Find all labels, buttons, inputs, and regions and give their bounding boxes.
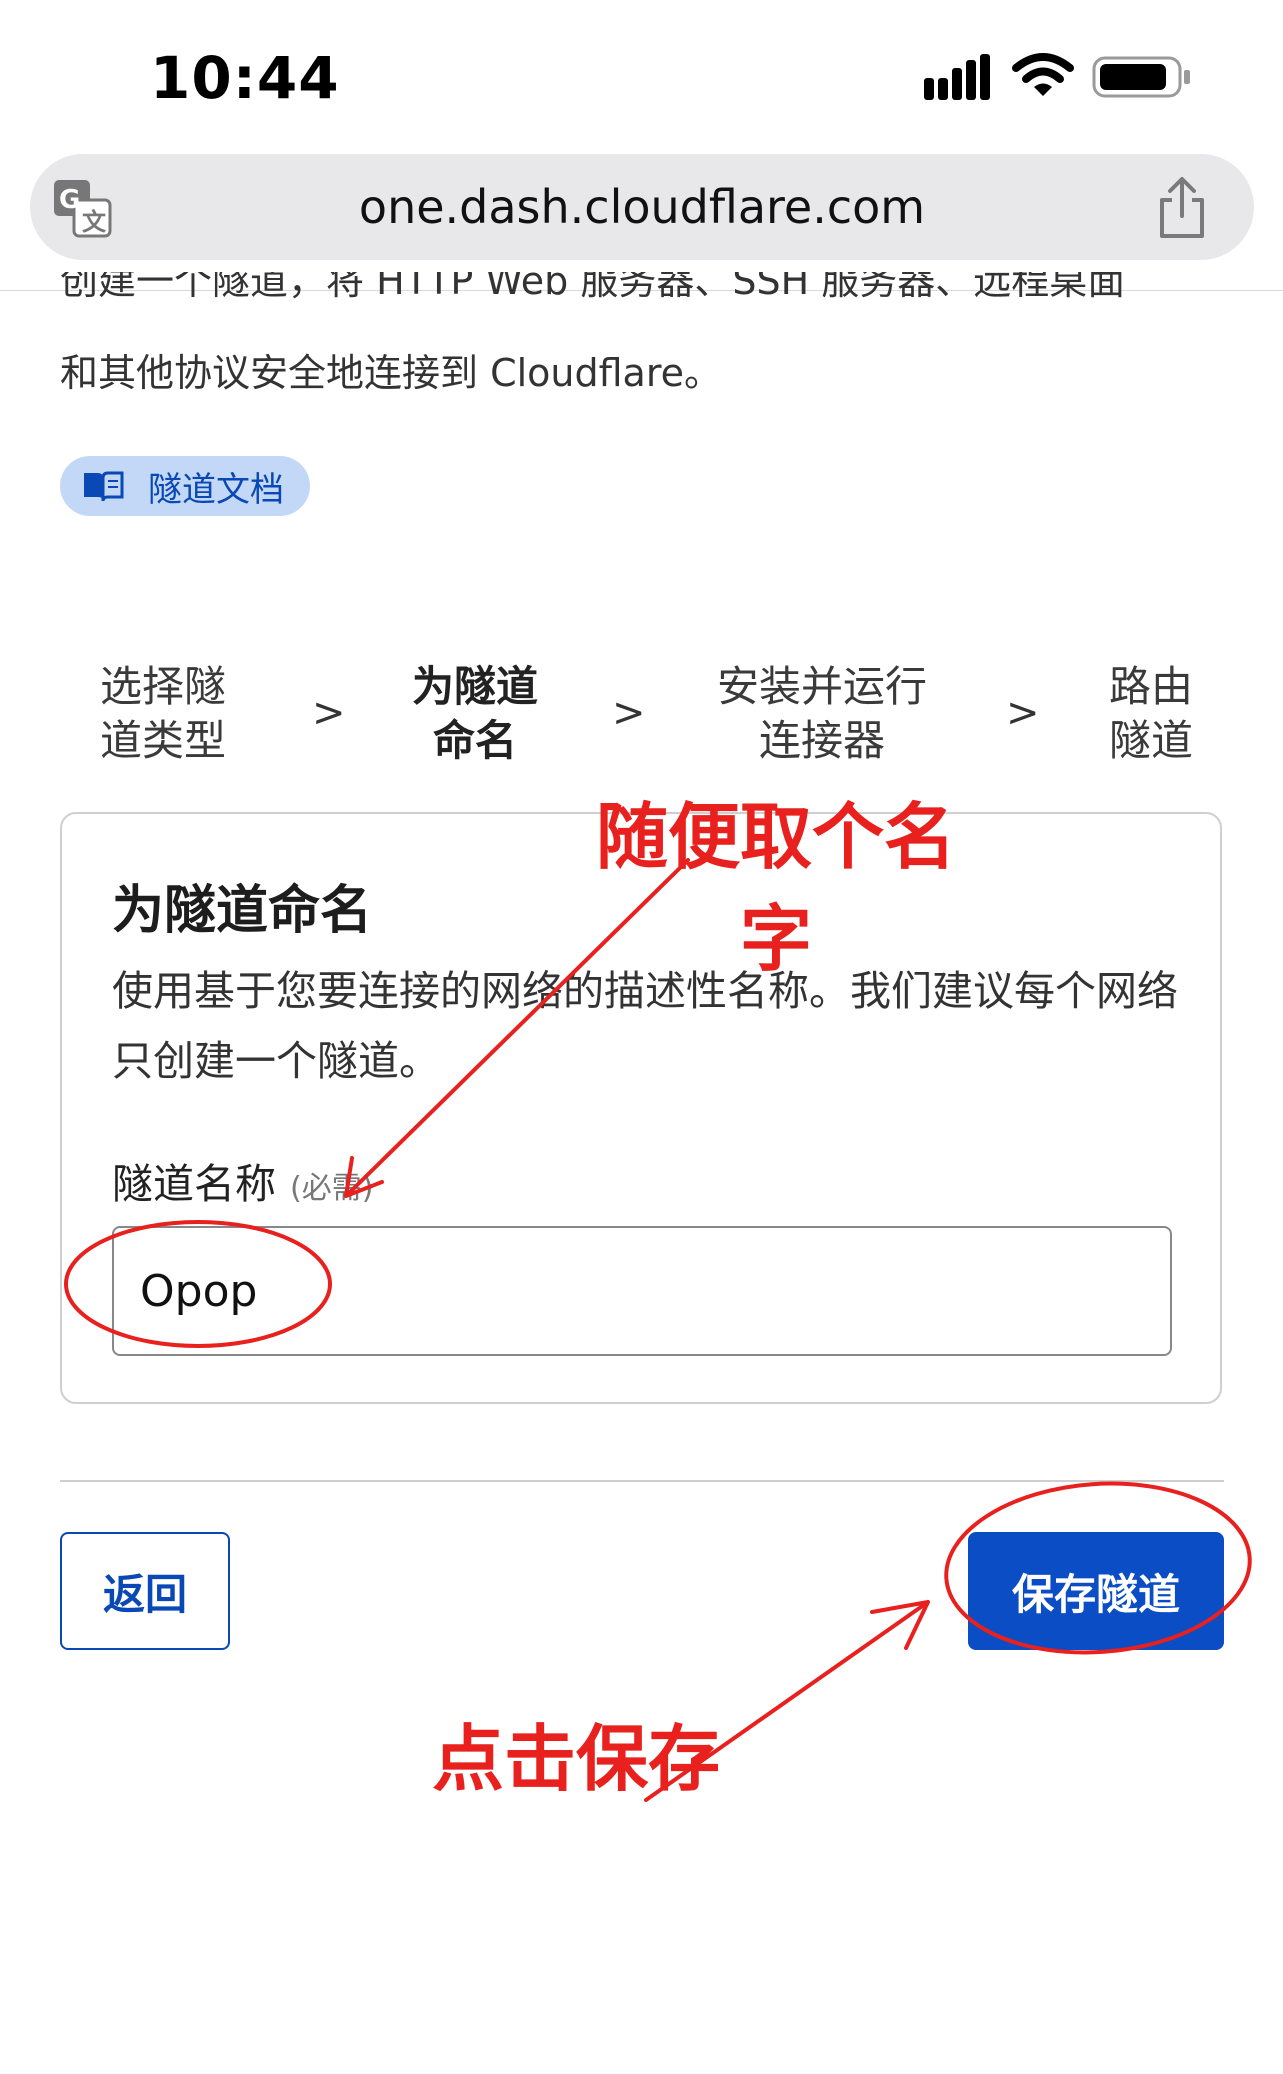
save-tunnel-button[interactable]: 保存隧道 xyxy=(968,1532,1224,1650)
tunnel-name-label: 隧道名称 (必需) xyxy=(112,1150,373,1210)
annotation-save-hint: 点击保存 xyxy=(432,1717,721,1801)
step-select-type: 选择隧 道类型 xyxy=(99,662,226,765)
step-chevron: > xyxy=(612,690,646,736)
url-text[interactable]: one.dash.cloudflare.com xyxy=(200,154,1084,260)
annotation-name-hint-line2: 字 xyxy=(740,897,813,981)
intro-text-line1: 创建一个隧道，将 HTTP Web 服务器、SSH 服务器、远程桌面 xyxy=(60,272,1126,303)
required-marker: (必需) xyxy=(290,1171,374,1206)
wifi-icon xyxy=(1012,53,1074,96)
card-description: 使用基于您要连接的网络的描述性名称。我们建议每个网络只创建一个隧道。 xyxy=(112,967,1178,1085)
status-time: 10:44 xyxy=(150,44,340,112)
step-chevron: > xyxy=(312,690,346,736)
tunnel-name-label-text: 隧道名称 xyxy=(112,1160,276,1208)
back-button[interactable]: 返回 xyxy=(60,1532,230,1650)
card-title: 为隧道命名 xyxy=(112,881,373,941)
translate-icon[interactable]: G 文 xyxy=(52,178,112,238)
tunnel-docs-link[interactable]: 隧道文档 xyxy=(60,456,310,516)
step-install-connector: 安装并运行 连接器 xyxy=(716,662,927,765)
section-divider xyxy=(60,1480,1224,1482)
annotation-name-hint-line1: 随便取个名 xyxy=(596,795,957,879)
svg-text:文: 文 xyxy=(82,208,107,236)
step-chevron: > xyxy=(1006,690,1040,736)
book-icon xyxy=(84,471,124,502)
step-route-tunnel: 路由 隧道 xyxy=(1108,662,1193,765)
intro-text-line2: 和其他协议安全地连接到 Cloudflare。 xyxy=(60,351,723,395)
share-icon[interactable] xyxy=(1154,176,1210,240)
cellular-signal-icon xyxy=(924,54,990,100)
svg-text:G: G xyxy=(59,185,80,215)
battery-icon xyxy=(1092,56,1190,98)
tunnel-docs-label: 隧道文档 xyxy=(148,469,284,510)
tunnel-name-input[interactable] xyxy=(112,1226,1172,1356)
step-name-tunnel: 为隧道 命名 xyxy=(411,662,538,765)
